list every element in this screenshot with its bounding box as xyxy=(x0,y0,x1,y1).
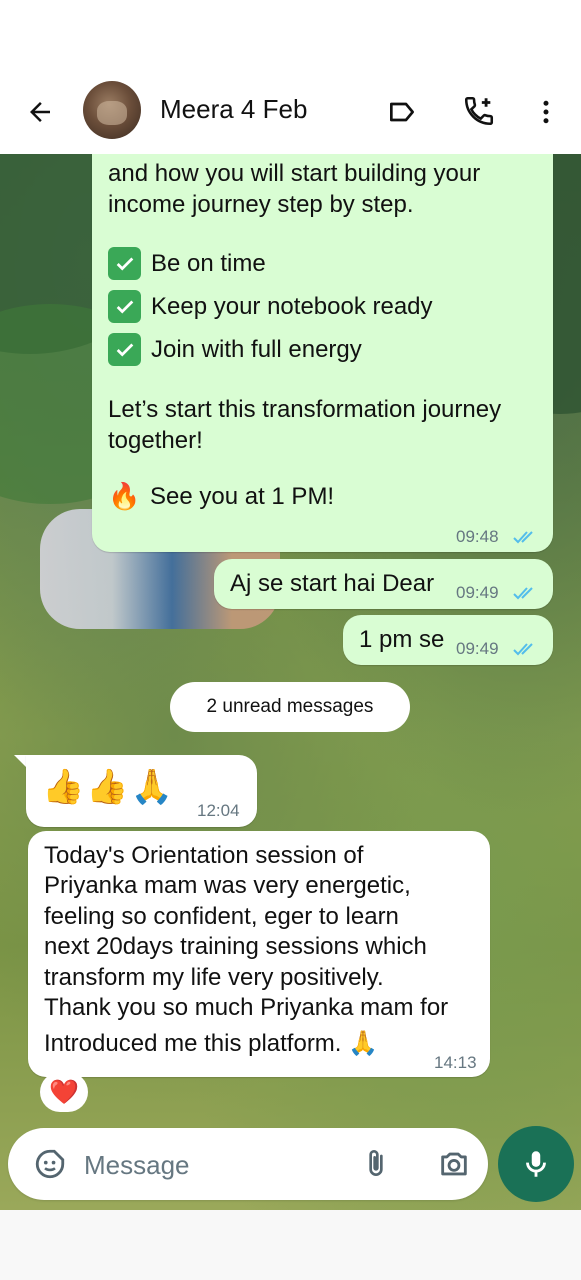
mic-icon xyxy=(526,1151,546,1177)
status-bar xyxy=(0,0,581,70)
camera-button[interactable] xyxy=(430,1142,478,1186)
message-time: 12:04 xyxy=(197,801,240,820)
camera-icon xyxy=(441,1152,467,1176)
message-text: 1 pm se xyxy=(359,626,445,653)
check-mark-icon xyxy=(108,290,141,323)
message-body: Today's Orientation session of Priyanka … xyxy=(44,841,484,1060)
heart-reaction[interactable]: ❤️ xyxy=(40,1072,88,1112)
message-line: Thank you so much Priyanka mam for xyxy=(44,994,449,1022)
check-mark-icon xyxy=(108,333,141,366)
unread-messages-divider: 2 unread messages xyxy=(170,682,410,732)
checklist-text: Be on time xyxy=(151,250,266,277)
checklist-item: Join with full energy xyxy=(108,328,501,371)
checklist-text: Join with full energy xyxy=(151,336,362,363)
message-text: Aj se start hai Dear xyxy=(230,570,435,597)
message-line: Today's Orientation session of xyxy=(44,842,364,869)
message-line: feeling so confident, eger to learn xyxy=(44,902,399,930)
add-call-button[interactable] xyxy=(456,88,502,134)
message-composer xyxy=(8,1128,488,1200)
message-time: 09:48 xyxy=(456,527,499,546)
system-nav-bar xyxy=(0,1210,581,1280)
message-line: 🔥 See you at 1 PM! xyxy=(108,480,335,511)
heart-icon: ❤️ xyxy=(49,1078,79,1106)
message-line: and how you will start building your xyxy=(108,160,481,187)
check-mark-icon xyxy=(108,247,141,280)
message-time: 14:13 xyxy=(434,1053,477,1072)
double-check-icon xyxy=(513,643,533,656)
add-call-icon xyxy=(464,96,494,126)
outgoing-message[interactable]: and how you will start building your inc… xyxy=(92,154,553,552)
double-check-icon xyxy=(513,531,533,544)
outgoing-message[interactable]: Aj se start hai Dear 09:49 xyxy=(214,559,553,609)
message-line: Let’s start this transformation journey xyxy=(108,396,502,423)
attach-button[interactable] xyxy=(354,1142,398,1186)
message-line: together! xyxy=(108,427,203,454)
chat-area[interactable]: and how you will start building your inc… xyxy=(0,154,581,1210)
sticker-button[interactable] xyxy=(28,1142,72,1186)
label-icon xyxy=(390,102,414,122)
message-line: income journey step by step. xyxy=(108,191,414,218)
message-line: Priyanka mam was very energetic, xyxy=(44,872,411,900)
emoji-message: 👍👍🙏 xyxy=(42,768,176,806)
arrow-left-icon xyxy=(30,102,50,122)
contact-name[interactable]: Meera 4 Feb xyxy=(160,94,307,125)
back-button[interactable] xyxy=(18,90,62,134)
message-time: 09:49 xyxy=(456,639,499,658)
sticker-icon xyxy=(35,1149,65,1179)
message-line: Introduced me this platform. 🙏 xyxy=(44,1030,379,1058)
fire-icon: 🔥 xyxy=(108,480,141,511)
message-time: 09:49 xyxy=(456,583,499,602)
checklist-text: Keep your notebook ready xyxy=(151,293,433,320)
message-input[interactable] xyxy=(82,1142,346,1188)
message-body: and how you will start building your inc… xyxy=(108,158,501,516)
outgoing-message[interactable]: 1 pm se 09:49 xyxy=(343,615,553,665)
label-button[interactable] xyxy=(380,90,424,134)
incoming-message[interactable]: Today's Orientation session of Priyanka … xyxy=(28,831,490,1077)
message-line: next 20days training sessions which xyxy=(44,933,427,961)
checklist-item: Keep your notebook ready xyxy=(108,285,501,328)
mic-button[interactable] xyxy=(498,1126,574,1202)
message-line: transform my life very positively. xyxy=(44,963,384,991)
double-check-icon xyxy=(513,587,533,600)
incoming-message[interactable]: 👍👍🙏 12:04 xyxy=(26,755,257,827)
checklist-item: Be on time xyxy=(108,242,501,285)
avatar[interactable] xyxy=(83,81,141,139)
more-vert-icon xyxy=(543,100,549,124)
more-options-button[interactable] xyxy=(524,90,568,134)
chat-header: Meera 4 Feb xyxy=(0,70,581,154)
paperclip-icon xyxy=(369,1150,383,1176)
